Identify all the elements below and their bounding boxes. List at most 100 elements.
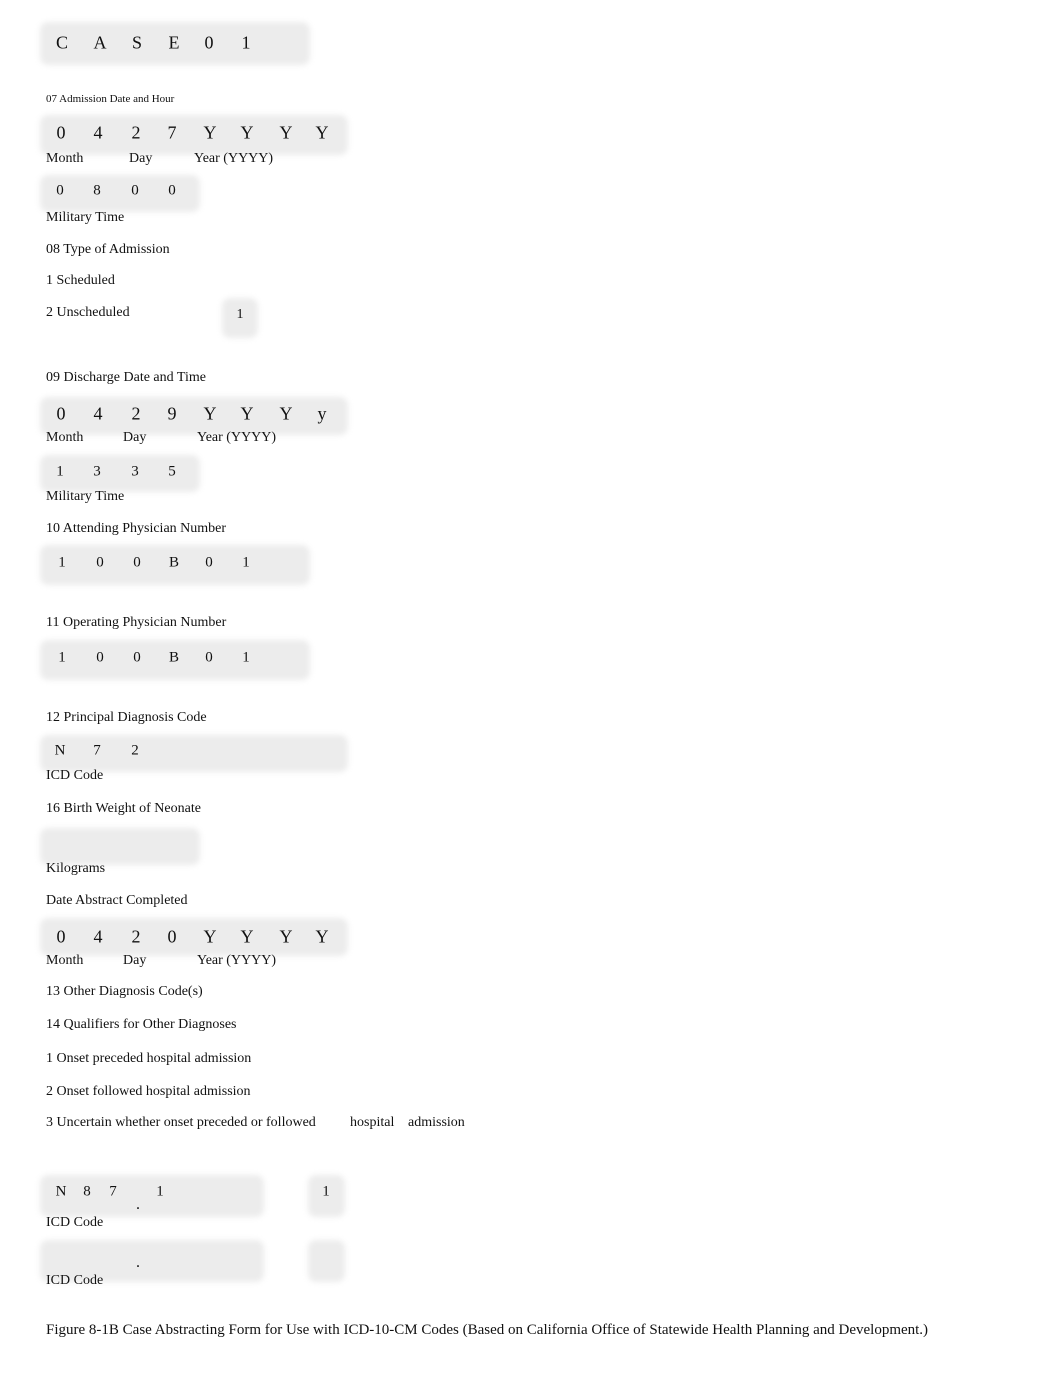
- military-time-label: Military Time: [46, 489, 125, 504]
- field-cell: Y: [240, 403, 254, 424]
- field-cell: 1: [58, 649, 66, 666]
- icd-code-label: ICD Code: [46, 1215, 104, 1230]
- field-cell: 0: [56, 182, 64, 199]
- qualifiers-title: 14 Qualifiers for Other Diagnoses: [46, 1017, 237, 1032]
- figure-caption: Figure 8-1B Case Abstracting Form for Us…: [46, 1322, 929, 1338]
- field-cell: 0: [96, 649, 104, 666]
- field-cell: 8: [83, 1183, 91, 1200]
- field-cell: 7: [109, 1183, 117, 1200]
- month-label: Month: [46, 953, 84, 968]
- qualifier-2: 2 Onset followed hospital admission: [46, 1084, 251, 1099]
- month-label: Month: [46, 430, 84, 445]
- field-cell: 4: [93, 122, 103, 143]
- field-cell: 2: [131, 742, 139, 759]
- field-cell: E: [168, 32, 180, 53]
- year-label: Year (YYYY): [197, 953, 277, 968]
- qualifier-field[interactable]: [308, 1240, 345, 1282]
- field-cell: Y: [240, 122, 254, 143]
- principal-dx-field[interactable]: [40, 735, 348, 772]
- option-scheduled: 1 Scheduled: [46, 273, 115, 288]
- field-cell: Y: [279, 926, 293, 947]
- field-cell: 4: [93, 403, 103, 424]
- field-cell: Y: [203, 926, 217, 947]
- field-cell: 1: [242, 554, 250, 571]
- field-cell: Y: [315, 122, 329, 143]
- discharge-title: 09 Discharge Date and Time: [46, 370, 206, 385]
- field-cell: 1: [56, 463, 64, 480]
- field-cell: Y: [240, 926, 254, 947]
- qualifier-value: 1: [322, 1183, 330, 1200]
- decimal-point: .: [136, 1196, 140, 1213]
- admission-date-field[interactable]: [40, 115, 348, 155]
- field-cell: B: [168, 554, 180, 571]
- field-cell: 2: [131, 122, 141, 143]
- admission-type-value: 1: [236, 307, 244, 322]
- discharge-date-field[interactable]: [40, 397, 348, 435]
- day-label: Day: [129, 151, 153, 166]
- kilograms-label: Kilograms: [46, 861, 106, 876]
- field-cell: 0: [133, 554, 141, 571]
- option-unscheduled: 2 Unscheduled: [46, 305, 130, 320]
- decimal-point: .: [136, 1254, 140, 1271]
- abstract-date-field[interactable]: [40, 918, 348, 956]
- field-cell: N: [55, 1183, 67, 1200]
- year-label: Year (YYYY): [197, 430, 277, 445]
- year-label: Year (YYYY): [194, 151, 274, 166]
- operating-title: 11 Operating Physician Number: [46, 615, 227, 630]
- field-cell: 7: [93, 742, 101, 759]
- military-time-label: Military Time: [46, 210, 125, 225]
- qualifier-1: 1 Onset preceded hospital admission: [46, 1051, 252, 1066]
- field-cell: 1: [58, 554, 66, 571]
- icd-code-label: ICD Code: [46, 1273, 104, 1288]
- field-cell: 0: [56, 122, 66, 143]
- field-cell: 7: [167, 122, 177, 143]
- abstract-date-title: Date Abstract Completed: [46, 893, 188, 908]
- field-cell: Y: [203, 403, 217, 424]
- field-cell: 2: [131, 403, 141, 424]
- field-cell: 1: [241, 32, 251, 53]
- day-label: Day: [123, 953, 147, 968]
- month-label: Month: [46, 151, 84, 166]
- field-cell: 0: [133, 649, 141, 666]
- field-cell: A: [93, 32, 107, 53]
- qualifier-3-hospital: hospital: [350, 1115, 395, 1130]
- field-cell: 0: [205, 649, 213, 666]
- field-cell: Y: [203, 122, 217, 143]
- birth-weight-field[interactable]: [40, 828, 200, 865]
- field-cell: 1: [242, 649, 250, 666]
- admission-time-field[interactable]: [40, 175, 200, 212]
- icd-code-label: ICD Code: [46, 768, 104, 783]
- field-cell: 0: [131, 182, 139, 199]
- birth-weight-title: 16 Birth Weight of Neonate: [46, 801, 201, 816]
- principal-dx-title: 12 Principal Diagnosis Code: [46, 710, 207, 725]
- field-cell: 0: [204, 32, 214, 53]
- field-cell: y: [317, 403, 327, 424]
- field-cell: Y: [279, 122, 293, 143]
- field-cell: C: [55, 32, 69, 53]
- admission-title: 07 Admission Date and Hour: [46, 93, 175, 105]
- discharge-time-field[interactable]: [40, 455, 200, 492]
- field-cell: 3: [131, 463, 139, 480]
- field-cell: N: [54, 742, 66, 759]
- field-cell: 2: [131, 926, 141, 947]
- field-cell: S: [131, 32, 143, 53]
- field-cell: 0: [167, 926, 177, 947]
- day-label: Day: [123, 430, 147, 445]
- field-cell: 0: [56, 926, 66, 947]
- field-cell: 0: [205, 554, 213, 571]
- attending-title: 10 Attending Physician Number: [46, 521, 227, 536]
- field-cell: 3: [93, 463, 101, 480]
- field-cell: Y: [279, 403, 293, 424]
- qualifier-3-admission: admission: [408, 1115, 465, 1130]
- admission-type-title: 08 Type of Admission: [46, 242, 170, 257]
- field-cell: 4: [93, 926, 103, 947]
- field-cell: 0: [168, 182, 176, 199]
- field-cell: Y: [315, 926, 329, 947]
- field-cell: 8: [93, 182, 101, 199]
- qualifier-3: 3 Uncertain whether onset preceded or fo…: [46, 1115, 316, 1130]
- field-cell: 9: [167, 403, 177, 424]
- other-dx-title: 13 Other Diagnosis Code(s): [46, 984, 203, 999]
- field-cell: B: [168, 649, 180, 666]
- field-cell: 5: [168, 463, 176, 480]
- other-dx-code-field[interactable]: [40, 1175, 264, 1217]
